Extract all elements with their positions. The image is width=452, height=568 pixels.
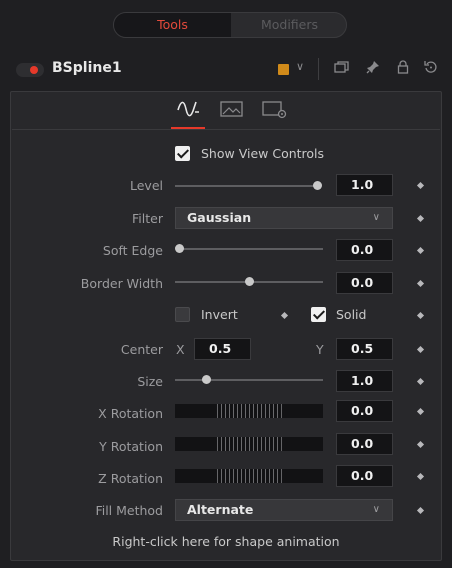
center-label: Center bbox=[120, 342, 163, 357]
pin-icon[interactable] bbox=[366, 60, 380, 78]
tab-tools[interactable]: Tools bbox=[114, 13, 231, 37]
versions-icon[interactable] bbox=[334, 60, 350, 78]
chevron-down-icon: ∨ bbox=[372, 504, 380, 515]
border-width-input[interactable]: 0.0 bbox=[336, 272, 393, 294]
level-slider-knob[interactable] bbox=[313, 181, 322, 190]
center-x-label: X bbox=[176, 342, 185, 357]
invert-checkbox[interactable] bbox=[175, 307, 190, 322]
x-rotation-thumbwheel[interactable] bbox=[175, 404, 323, 418]
show-view-controls-checkbox[interactable] bbox=[175, 146, 190, 161]
size-label: Size bbox=[137, 374, 163, 389]
color-swatch[interactable] bbox=[278, 64, 289, 75]
size-input[interactable]: 1.0 bbox=[336, 370, 393, 392]
center-y-label: Y bbox=[316, 342, 324, 357]
tab-modifiers[interactable]: Modifiers bbox=[231, 13, 346, 37]
filter-value: Gaussian bbox=[187, 210, 252, 225]
invert-label: Invert bbox=[201, 307, 238, 322]
tool-modifier-tabs: Tools Modifiers bbox=[113, 12, 347, 38]
z-rotation-label: Z Rotation bbox=[98, 471, 163, 486]
active-dot-icon bbox=[30, 66, 38, 74]
solid-label: Solid bbox=[336, 307, 367, 322]
level-input[interactable]: 1.0 bbox=[336, 174, 393, 196]
tool-enable-toggle[interactable] bbox=[16, 63, 44, 77]
z-rotation-input[interactable]: 0.0 bbox=[336, 465, 393, 487]
soft-edge-label: Soft Edge bbox=[102, 243, 163, 258]
fill-method-dropdown[interactable]: Alternate ∨ bbox=[175, 499, 393, 521]
x-rotation-input[interactable]: 0.0 bbox=[336, 400, 393, 422]
y-rotation-label: Y Rotation bbox=[99, 439, 163, 454]
shape-animation-hint[interactable]: Right-click here for shape animation bbox=[10, 534, 442, 549]
filter-dropdown[interactable]: Gaussian ∨ bbox=[175, 207, 393, 229]
image-icon[interactable] bbox=[220, 98, 244, 124]
center-x-input[interactable]: 0.5 bbox=[194, 338, 251, 360]
level-label: Level bbox=[130, 178, 163, 193]
show-view-controls-label: Show View Controls bbox=[201, 146, 325, 161]
soft-edge-input[interactable]: 0.0 bbox=[336, 239, 393, 261]
center-y-input[interactable]: 0.5 bbox=[336, 338, 393, 360]
border-width-slider-knob[interactable] bbox=[245, 277, 254, 286]
size-slider-track[interactable] bbox=[175, 379, 323, 381]
settings-panel-icon[interactable] bbox=[262, 98, 288, 124]
y-rotation-input[interactable]: 0.0 bbox=[336, 433, 393, 455]
chevron-down-icon[interactable]: ∨ bbox=[296, 60, 304, 73]
fill-method-label: Fill Method bbox=[95, 503, 163, 518]
fill-method-value: Alternate bbox=[187, 502, 254, 517]
reset-icon[interactable] bbox=[424, 60, 438, 78]
border-width-label: Border Width bbox=[80, 276, 163, 291]
tool-name: BSpline1 bbox=[52, 60, 122, 76]
chevron-down-icon: ∨ bbox=[372, 212, 380, 223]
level-slider-track[interactable] bbox=[175, 185, 318, 187]
inspector-panel bbox=[10, 91, 442, 561]
divider bbox=[12, 129, 440, 130]
filter-label: Filter bbox=[132, 211, 163, 226]
divider bbox=[318, 58, 319, 80]
z-rotation-thumbwheel[interactable] bbox=[175, 469, 323, 483]
soft-edge-slider-knob[interactable] bbox=[175, 244, 184, 253]
x-rotation-label: X Rotation bbox=[98, 406, 163, 421]
lock-icon[interactable] bbox=[397, 60, 409, 78]
solid-checkbox[interactable] bbox=[311, 307, 326, 322]
size-slider-knob[interactable] bbox=[202, 375, 211, 384]
y-rotation-thumbwheel[interactable] bbox=[175, 437, 323, 451]
controls-wave-icon[interactable] bbox=[176, 98, 202, 124]
soft-edge-slider-track[interactable] bbox=[180, 248, 323, 250]
